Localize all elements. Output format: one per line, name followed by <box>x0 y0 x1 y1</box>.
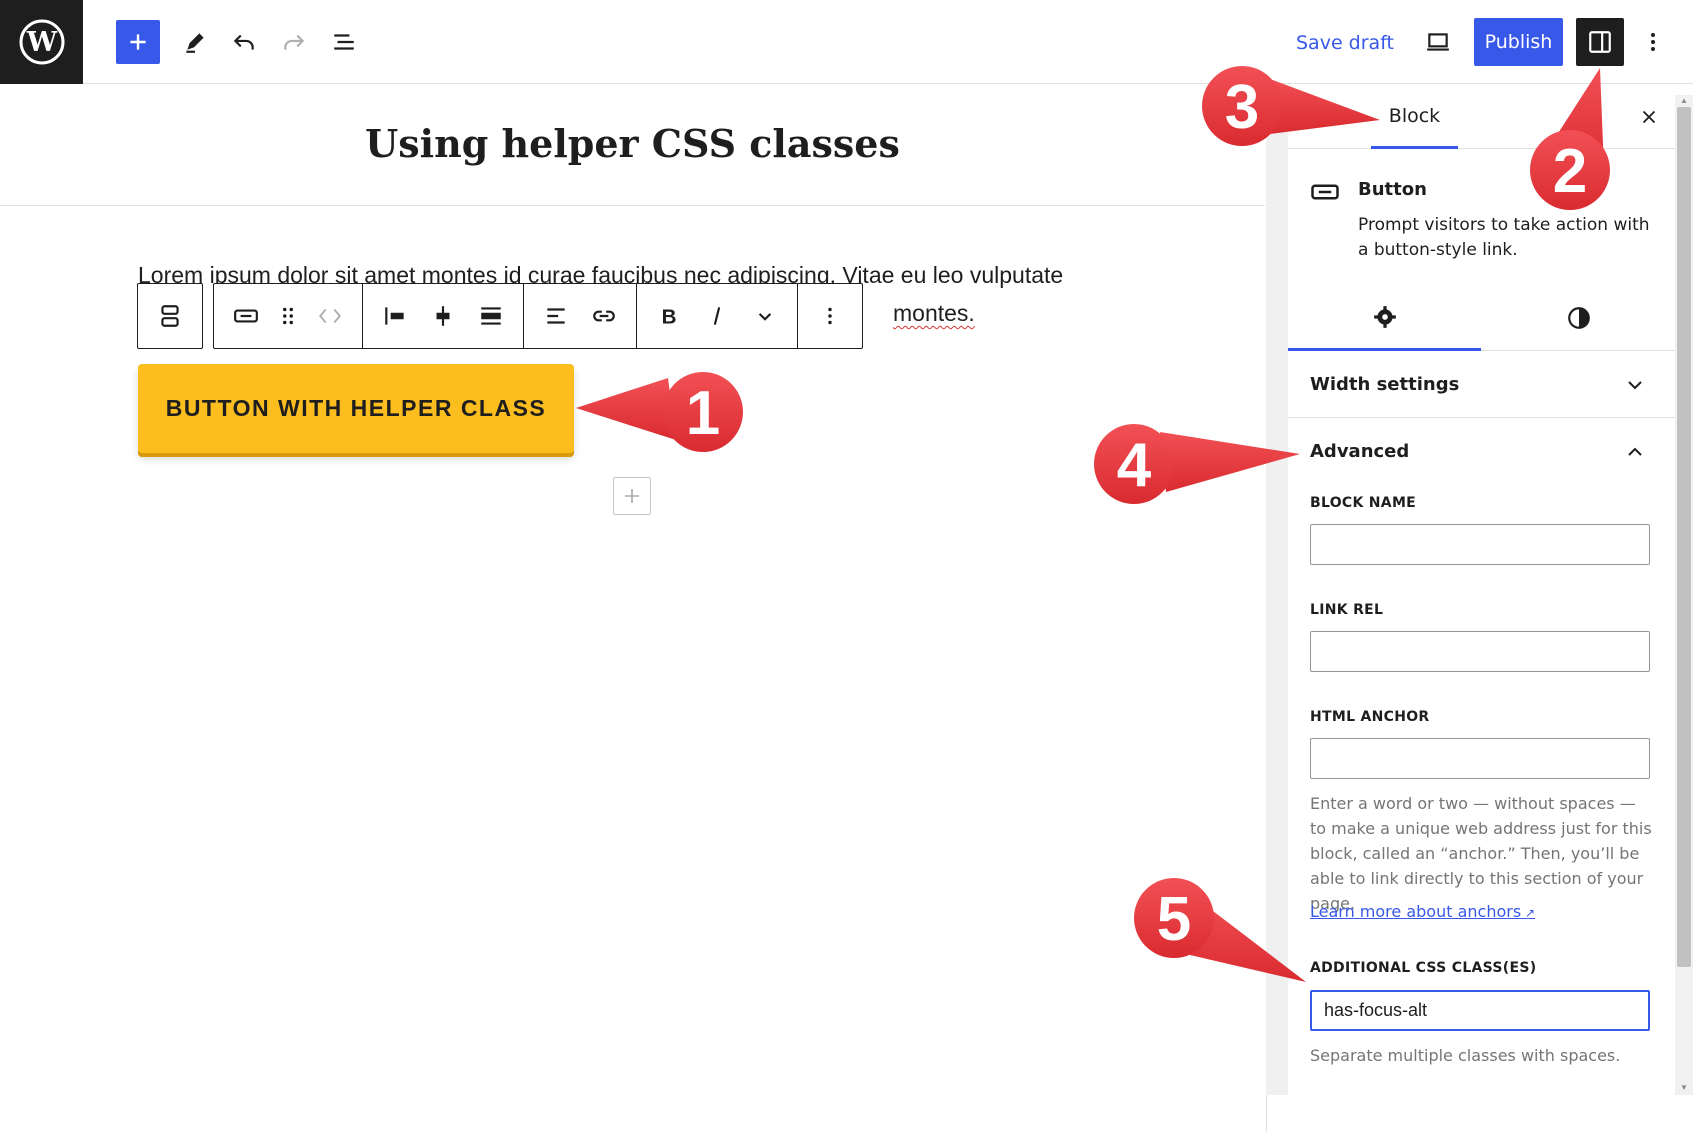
more-vertical-icon <box>828 307 832 325</box>
close-settings-button[interactable] <box>1633 101 1665 133</box>
redo-icon <box>284 34 305 50</box>
svg-text:B: B <box>662 306 677 329</box>
bold-button[interactable]: B <box>645 292 693 340</box>
advanced-title: Advanced <box>1310 441 1410 462</box>
scroll-up-arrow-icon[interactable]: ▲ <box>1677 96 1691 106</box>
plus-icon <box>130 34 146 50</box>
svg-text:W: W <box>25 27 57 58</box>
publish-button[interactable]: Publish <box>1474 18 1563 66</box>
settings-toggle-button[interactable] <box>1576 18 1624 66</box>
justify-center-icon <box>436 306 450 326</box>
chevron-left-right-icon <box>318 308 342 324</box>
close-icon <box>1642 110 1656 124</box>
more-vertical-icon <box>1651 33 1655 51</box>
link-icon <box>593 310 615 322</box>
title-divider <box>0 205 1265 206</box>
justify-center-button[interactable] <box>419 292 467 340</box>
html-anchor-label: HTML ANCHOR <box>1310 709 1430 725</box>
link-rel-label: LINK REL <box>1310 602 1384 618</box>
block-card-title: Button <box>1358 179 1427 200</box>
paragraph-block-end[interactable]: montes. <box>893 293 975 333</box>
tab-styles[interactable] <box>1482 285 1675 351</box>
css-class-label: ADDITIONAL CSS CLASS(ES) <box>1310 960 1537 976</box>
justify-left-icon <box>385 307 404 325</box>
sidebar-tabs: Block <box>1288 85 1675 149</box>
undo-icon <box>233 34 254 50</box>
width-settings-panel[interactable]: Width settings <box>1288 352 1675 418</box>
external-link-icon: ↗ <box>1521 906 1536 920</box>
plus-icon <box>625 489 639 503</box>
block-inserter-button[interactable] <box>116 20 160 64</box>
tab-block[interactable]: Block <box>1371 85 1458 149</box>
button-block-icon <box>1311 184 1339 200</box>
drag-handle[interactable] <box>270 292 306 340</box>
buttons-block-icon <box>161 305 179 327</box>
block-toolbar-group-text <box>524 284 637 348</box>
options-menu-button[interactable] <box>1640 20 1666 64</box>
document-overview-button[interactable] <box>322 20 366 64</box>
block-name-input[interactable] <box>1310 524 1650 565</box>
link-button[interactable] <box>580 292 628 340</box>
block-toolbar-group-options <box>798 284 862 348</box>
align-left-icon <box>547 308 565 324</box>
wordpress-logo-glyph: W <box>19 19 64 65</box>
link-rel-input[interactable] <box>1310 631 1650 672</box>
redo-button[interactable] <box>272 20 316 64</box>
align-text-button[interactable] <box>532 292 580 340</box>
button-block-icon <box>234 309 258 323</box>
move-left-right-button[interactable] <box>306 292 354 340</box>
wordpress-logo-icon[interactable]: W <box>0 0 83 84</box>
block-settings-tabs <box>1288 285 1675 351</box>
css-class-help: Separate multiple classes with spaces. <box>1310 1046 1621 1065</box>
bold-icon: B <box>662 306 677 329</box>
button-block-type-button[interactable] <box>222 292 270 340</box>
desktop-icon <box>1427 33 1449 51</box>
pencil-icon <box>186 33 204 53</box>
sidebar-icon <box>1589 31 1611 53</box>
helper-class-button-block[interactable]: BUTTON WITH HELPER CLASS <box>138 364 574 453</box>
italic-icon <box>713 307 721 325</box>
html-anchor-input[interactable] <box>1310 738 1650 779</box>
block-toolbar-group-justify <box>363 284 524 348</box>
list-view-icon <box>334 34 354 50</box>
block-appender-button[interactable] <box>613 477 651 515</box>
more-formatting-button[interactable] <box>741 292 789 340</box>
save-draft-button[interactable]: Save draft <box>1296 32 1394 54</box>
editor-canvas: Using helper CSS classes Lorem ipsum dol… <box>0 85 1265 1132</box>
block-name-label: BLOCK NAME <box>1310 495 1417 511</box>
html-anchor-help: Enter a word or two — without spaces — t… <box>1310 794 1652 913</box>
block-toolbar-main: B <box>213 283 863 349</box>
block-toolbar-group-block <box>214 284 363 348</box>
justify-stretch-icon <box>481 307 501 325</box>
undo-button[interactable] <box>222 20 266 64</box>
select-parent-block-button[interactable] <box>137 283 203 349</box>
learn-more-anchors-text: Learn more about anchors <box>1310 902 1522 921</box>
sidebar-gutter <box>1266 85 1288 1095</box>
chevron-down-icon <box>758 313 772 321</box>
gear-icon <box>1373 305 1396 328</box>
justify-stretch-button[interactable] <box>467 292 515 340</box>
post-title[interactable]: Using helper CSS classes <box>0 121 1265 166</box>
tab-settings[interactable] <box>1288 285 1481 351</box>
justify-left-button[interactable] <box>371 292 419 340</box>
block-card: Button Prompt visitors to take action wi… <box>1288 149 1675 283</box>
block-options-button[interactable] <box>806 292 854 340</box>
drag-handle-icon <box>283 307 293 325</box>
preview-button[interactable] <box>1416 20 1460 64</box>
block-toolbar: B <box>137 283 863 349</box>
block-toolbar-group-format: B <box>637 284 798 348</box>
italic-button[interactable] <box>693 292 741 340</box>
width-settings-title: Width settings <box>1310 374 1460 395</box>
tools-button[interactable] <box>173 20 217 64</box>
block-card-description: Prompt visitors to take action with a bu… <box>1358 215 1650 260</box>
chevron-down-icon <box>1628 381 1642 390</box>
scroll-down-arrow-icon[interactable]: ▼ <box>1677 1083 1691 1093</box>
sidebar-scrollbar-thumb[interactable] <box>1677 107 1691 967</box>
editor-header: W Save draft Publish <box>0 0 1693 84</box>
learn-more-anchors-link[interactable]: Learn more about anchors ↗ <box>1310 902 1535 921</box>
css-class-input[interactable] <box>1310 990 1650 1031</box>
chevron-up-icon <box>1628 447 1642 456</box>
contrast-icon <box>1567 307 1590 329</box>
advanced-panel[interactable]: Advanced <box>1288 419 1675 485</box>
